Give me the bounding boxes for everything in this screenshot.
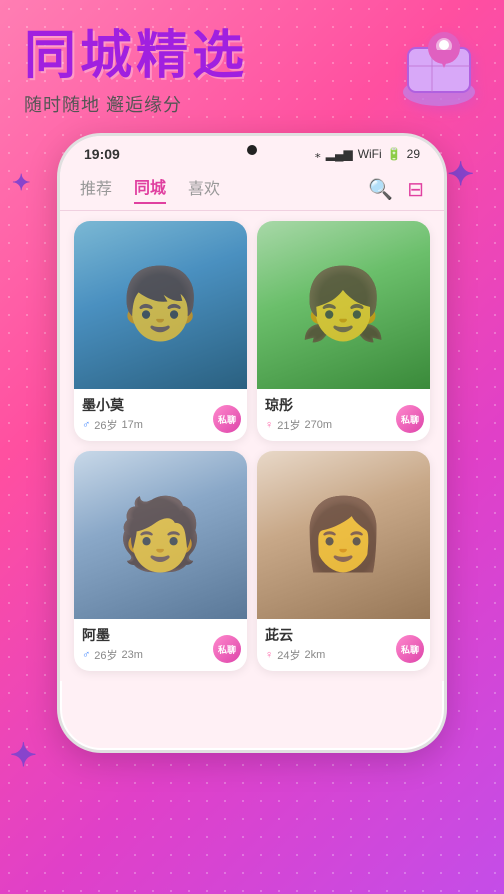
gender-icon-2: ♀ [265, 419, 273, 431]
profile-info-1: 墨小莫 ♂ 26岁 17m 私聊 [74, 389, 247, 441]
profile-card-1[interactable]: 👦 墨小莫 ♂ 26岁 17m 私聊 [74, 221, 247, 441]
distance-2: 270m [305, 419, 333, 431]
tab-like[interactable]: 喜欢 [188, 175, 220, 203]
status-icons: ⁎ ▂▄▆ WiFi 🔋 29 [315, 147, 420, 161]
chat-btn-4[interactable]: 私聊 [396, 635, 424, 663]
age-1: 26岁 [94, 417, 117, 433]
location-map-icon [394, 20, 484, 110]
chat-label-3: 私聊 [218, 643, 236, 656]
profile-info-4: 茈云 ♀ 24岁 2km 私聊 [257, 619, 430, 671]
chat-btn-3[interactable]: 私聊 [213, 635, 241, 663]
gender-icon-1: ♂ [82, 419, 90, 431]
age-3: 26岁 [94, 647, 117, 663]
tab-nearby[interactable]: 同城 [134, 174, 166, 204]
sparkle-top-left: ✦ [12, 170, 30, 196]
tab-recommend[interactable]: 推荐 [80, 175, 112, 203]
status-time: 19:09 [84, 146, 120, 162]
profile-info-2: 琼彤 ♀ 21岁 270m 私聊 [257, 389, 430, 441]
signal-icon: ▂▄▆ [326, 147, 353, 161]
filter-icon[interactable]: ⊟ [407, 177, 424, 202]
wifi-icon: WiFi [358, 147, 382, 161]
chat-label-4: 私聊 [401, 643, 419, 656]
main-title: 同城精选 [24, 28, 248, 85]
distance-1: 17m [122, 419, 143, 431]
chat-btn-2[interactable]: 私聊 [396, 405, 424, 433]
phone-frame: 19:09 ⁎ ▂▄▆ WiFi 🔋 29 推荐 同城 喜欢 🔍 ⊟ [57, 133, 447, 753]
chat-label-1: 私聊 [218, 413, 236, 426]
sparkle-bottom-left: ✦ [10, 736, 37, 774]
location-icon-wrap [394, 20, 484, 110]
nav-actions: 🔍 ⊟ [368, 177, 424, 202]
page-wrapper: ✦ ✦ ✦ 同城精选 随时随地 邂逅缘分 [0, 0, 504, 894]
battery-icon: 🔋 [387, 147, 402, 161]
gender-icon-4: ♀ [265, 649, 273, 661]
gender-icon-3: ♂ [82, 649, 90, 661]
profile-card-4[interactable]: 👩 茈云 ♀ 24岁 2km 私聊 [257, 451, 430, 671]
subtitle: 随时随地 邂逅缘分 [24, 91, 182, 117]
bluetooth-icon: ⁎ [315, 147, 321, 161]
distance-3: 23m [122, 649, 143, 661]
nav-tabs: 推荐 同城 喜欢 🔍 ⊟ [60, 166, 444, 211]
profile-card-2[interactable]: 👧 琼彤 ♀ 21岁 270m 私聊 [257, 221, 430, 441]
profile-grid: 👦 墨小莫 ♂ 26岁 17m 私聊 👧 [60, 211, 444, 681]
distance-4: 2km [305, 649, 326, 661]
profile-photo-3: 🧑 [74, 451, 247, 619]
battery-level: 29 [407, 147, 420, 161]
chat-btn-1[interactable]: 私聊 [213, 405, 241, 433]
sparkle-top-right: ✦ [447, 155, 474, 193]
chat-label-2: 私聊 [401, 413, 419, 426]
camera-dot [247, 145, 257, 155]
age-4: 24岁 [277, 647, 300, 663]
profile-photo-2: 👧 [257, 221, 430, 389]
profile-photo-1: 👦 [74, 221, 247, 389]
profile-info-3: 阿墨 ♂ 26岁 23m 私聊 [74, 619, 247, 671]
profile-card-3[interactable]: 🧑 阿墨 ♂ 26岁 23m 私聊 [74, 451, 247, 671]
search-icon[interactable]: 🔍 [368, 177, 393, 202]
camera-notch [238, 136, 266, 164]
age-2: 21岁 [277, 417, 300, 433]
top-header: 同城精选 随时随地 邂逅缘分 [0, 0, 504, 127]
profile-photo-4: 👩 [257, 451, 430, 619]
